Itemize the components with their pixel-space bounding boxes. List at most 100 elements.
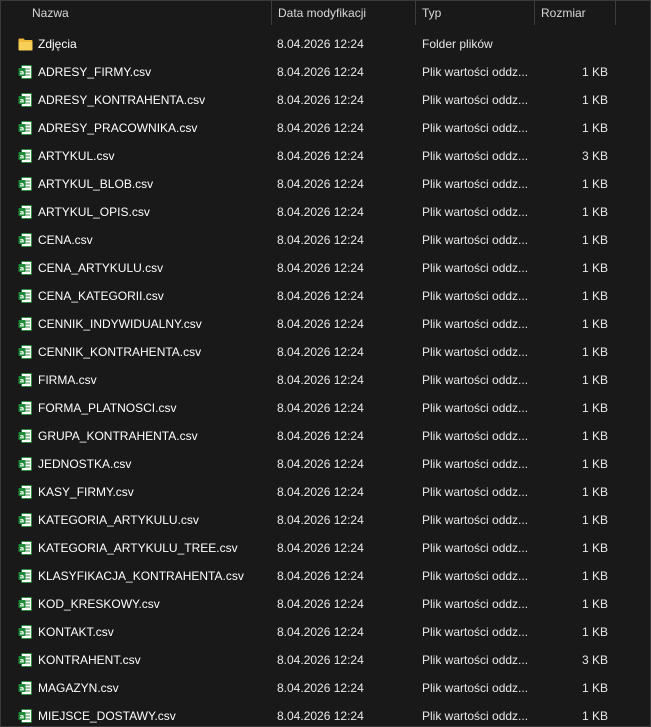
file-type: Plik wartości oddz... bbox=[422, 261, 529, 275]
column-header-name[interactable]: Nazwa bbox=[32, 1, 69, 25]
file-name: ARTYKUL.csv bbox=[38, 149, 115, 163]
file-list-item[interactable]: a ADRESY_FIRMY.csv 8.04.2026 12:24 Plik war… bbox=[1, 58, 650, 86]
file-date-modified: 8.04.2026 12:24 bbox=[277, 401, 364, 415]
file-name: ADRESY_PRACOWNIKA.csv bbox=[38, 121, 198, 135]
file-name: KONTAKT.csv bbox=[38, 625, 114, 639]
file-date-modified: 8.04.2026 12:24 bbox=[277, 205, 364, 219]
file-list-item[interactable]: Zdjęcia 8.04.2026 12:24 Folder plików bbox=[1, 30, 650, 58]
file-size: 1 KB bbox=[581, 177, 608, 191]
file-date-modified: 8.04.2026 12:24 bbox=[277, 457, 364, 471]
file-type: Plik wartości oddz... bbox=[422, 513, 529, 527]
file-name: CENA_KATEGORII.csv bbox=[38, 289, 164, 303]
file-type: Plik wartości oddz... bbox=[422, 93, 529, 107]
svg-text:a: a bbox=[20, 685, 24, 693]
file-type: Folder plików bbox=[422, 37, 493, 51]
column-divider[interactable] bbox=[271, 1, 272, 25]
file-size: 1 KB bbox=[581, 65, 608, 79]
file-type: Plik wartości oddz... bbox=[422, 541, 529, 555]
file-list-item[interactable]: a KOD_KRESKOWY.csv 8.04.2026 12:24 Plik war… bbox=[1, 590, 650, 618]
file-list-item[interactable]: a GRUPA_KONTRAHENTA.csv 8.04.2026 12:24 Pli… bbox=[1, 422, 650, 450]
file-date-modified: 8.04.2026 12:24 bbox=[277, 429, 364, 443]
file-name: ARTYKUL_OPIS.csv bbox=[38, 205, 150, 219]
file-list-item[interactable]: a ARTYKUL_BLOB.csv 8.04.2026 12:24 Plik war… bbox=[1, 170, 650, 198]
file-list-item[interactable]: a KONTAKT.csv 8.04.2026 12:24 Plik wartości… bbox=[1, 618, 650, 646]
file-list-item[interactable]: a ADRESY_KONTRAHENTA.csv 8.04.2026 12:24 Pl… bbox=[1, 86, 650, 114]
csv-file-icon: a bbox=[18, 65, 32, 79]
file-type: Plik wartości oddz... bbox=[422, 373, 529, 387]
column-header-date[interactable]: Data modyfikacji bbox=[278, 1, 366, 25]
csv-file-icon: a bbox=[18, 121, 32, 135]
file-size: 1 KB bbox=[581, 429, 608, 443]
file-explorer-window: Nazwa Data modyfikacji Typ Rozmiar Zdjęc… bbox=[0, 0, 651, 727]
column-divider[interactable] bbox=[534, 1, 535, 25]
csv-file-icon: a bbox=[18, 317, 32, 331]
file-date-modified: 8.04.2026 12:24 bbox=[277, 149, 364, 163]
csv-file-icon: a bbox=[18, 149, 32, 163]
file-size bbox=[541, 30, 608, 58]
file-list-item[interactable]: a MIEJSCE_DOSTAWY.csv 8.04.2026 12:24 Plik … bbox=[1, 702, 650, 726]
column-divider[interactable] bbox=[615, 1, 616, 25]
svg-text:a: a bbox=[20, 69, 24, 77]
file-list-item[interactable]: a JEDNOSTKA.csv 8.04.2026 12:24 Plik wartoś… bbox=[1, 450, 650, 478]
column-divider[interactable] bbox=[415, 1, 416, 25]
file-list-item[interactable]: a KATEGORIA_ARTYKULU.csv 8.04.2026 12:24 Pl… bbox=[1, 506, 650, 534]
file-type: Plik wartości oddz... bbox=[422, 569, 529, 583]
file-type: Plik wartości oddz... bbox=[422, 653, 529, 667]
file-size: 1 KB bbox=[581, 597, 608, 611]
file-size: 1 KB bbox=[581, 485, 608, 499]
file-date-modified: 8.04.2026 12:24 bbox=[277, 597, 364, 611]
file-list-item[interactable]: a CENNIK_KONTRAHENTA.csv 8.04.2026 12:24 Pl… bbox=[1, 338, 650, 366]
file-list-item[interactable]: a CENNIK_INDYWIDUALNY.csv 8.04.2026 12:24 P… bbox=[1, 310, 650, 338]
csv-file-icon: a bbox=[18, 177, 32, 191]
file-size: 1 KB bbox=[581, 233, 608, 247]
file-date-modified: 8.04.2026 12:24 bbox=[277, 37, 364, 51]
svg-text:a: a bbox=[20, 461, 24, 469]
file-list-item[interactable]: a CENA.csv 8.04.2026 12:24 Plik wartości od… bbox=[1, 226, 650, 254]
file-list-item[interactable]: a MAGAZYN.csv 8.04.2026 12:24 Plik wartości… bbox=[1, 674, 650, 702]
file-size: 1 KB bbox=[581, 513, 608, 527]
column-header-type[interactable]: Typ bbox=[422, 1, 441, 25]
file-type: Plik wartości oddz... bbox=[422, 625, 529, 639]
file-name: KOD_KRESKOWY.csv bbox=[38, 597, 160, 611]
file-list-item[interactable]: a ARTYKUL_OPIS.csv 8.04.2026 12:24 Plik war… bbox=[1, 198, 650, 226]
file-list-item[interactable]: a CENA_ARTYKULU.csv 8.04.2026 12:24 Plik wa… bbox=[1, 254, 650, 282]
file-list-item[interactable]: a FIRMA.csv 8.04.2026 12:24 Plik wartości o… bbox=[1, 366, 650, 394]
file-list-item[interactable]: a KONTRAHENT.csv 8.04.2026 12:24 Plik warto… bbox=[1, 646, 650, 674]
svg-text:a: a bbox=[20, 97, 24, 105]
file-list-item[interactable]: a KATEGORIA_ARTYKULU_TREE.csv 8.04.2026 12… bbox=[1, 534, 650, 562]
file-date-modified: 8.04.2026 12:24 bbox=[277, 709, 364, 723]
file-type: Plik wartości oddz... bbox=[422, 597, 529, 611]
file-size: 1 KB bbox=[581, 457, 608, 471]
file-list-item[interactable]: a KLASYFIKACJA_KONTRAHENTA.csv 8.04.2026 1… bbox=[1, 562, 650, 590]
csv-file-icon: a bbox=[18, 345, 32, 359]
csv-file-icon: a bbox=[18, 681, 32, 695]
csv-file-icon: a bbox=[18, 429, 32, 443]
svg-text:a: a bbox=[20, 377, 24, 385]
svg-text:a: a bbox=[20, 713, 24, 721]
svg-text:a: a bbox=[20, 573, 24, 581]
file-name: KATEGORIA_ARTYKULU_TREE.csv bbox=[38, 541, 238, 555]
column-header-size[interactable]: Rozmiar bbox=[541, 1, 586, 25]
file-date-modified: 8.04.2026 12:24 bbox=[277, 317, 364, 331]
column-header-bar: Nazwa Data modyfikacji Typ Rozmiar bbox=[1, 1, 650, 25]
svg-text:a: a bbox=[20, 405, 24, 413]
csv-file-icon: a bbox=[18, 597, 32, 611]
file-list-item[interactable]: a FORMA_PLATNOSCI.csv 8.04.2026 12:24 Plik … bbox=[1, 394, 650, 422]
file-list-item[interactable]: a KASY_FIRMY.csv 8.04.2026 12:24 Plik warto… bbox=[1, 478, 650, 506]
file-type: Plik wartości oddz... bbox=[422, 401, 529, 415]
file-list-item[interactable]: a ADRESY_PRACOWNIKA.csv 8.04.2026 12:24 Pli… bbox=[1, 114, 650, 142]
file-date-modified: 8.04.2026 12:24 bbox=[277, 289, 364, 303]
file-date-modified: 8.04.2026 12:24 bbox=[277, 625, 364, 639]
file-size: 1 KB bbox=[581, 373, 608, 387]
file-name: Zdjęcia bbox=[38, 37, 77, 51]
csv-file-icon: a bbox=[18, 261, 32, 275]
file-name: KONTRAHENT.csv bbox=[38, 653, 141, 667]
file-size: 1 KB bbox=[581, 625, 608, 639]
file-list-item[interactable]: a CENA_KATEGORII.csv 8.04.2026 12:24 Plik w… bbox=[1, 282, 650, 310]
csv-file-icon: a bbox=[18, 457, 32, 471]
file-list-item[interactable]: a ARTYKUL.csv 8.04.2026 12:24 Plik wartości… bbox=[1, 142, 650, 170]
file-name: GRUPA_KONTRAHENTA.csv bbox=[38, 429, 198, 443]
csv-file-icon: a bbox=[18, 625, 32, 639]
file-type: Plik wartości oddz... bbox=[422, 65, 529, 79]
csv-file-icon: a bbox=[18, 513, 32, 527]
